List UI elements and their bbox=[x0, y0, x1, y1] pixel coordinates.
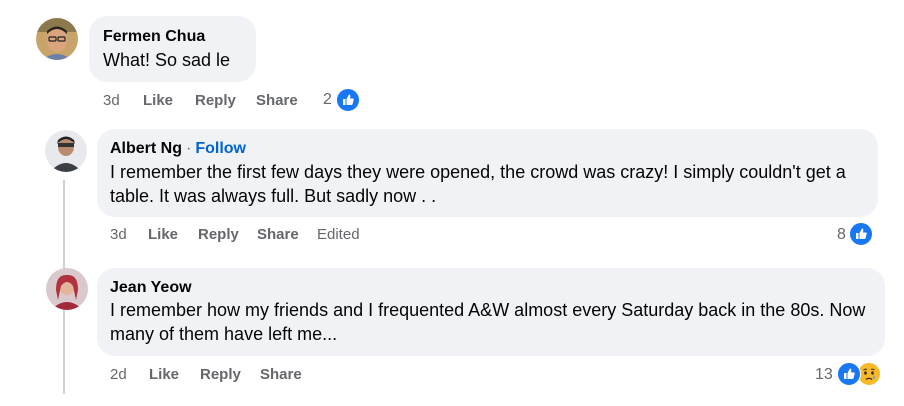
avatar-jean-yeow-icon bbox=[46, 268, 88, 310]
avatar[interactable] bbox=[36, 18, 78, 60]
reply-button[interactable]: Reply bbox=[198, 226, 239, 243]
comment-text: I remember the first few days they were … bbox=[110, 162, 846, 206]
edited-label: Edited bbox=[317, 226, 360, 243]
avatar-albert-ng-icon bbox=[45, 130, 87, 172]
comment-actions: 3d Like Reply Share bbox=[103, 92, 303, 112]
share-button[interactable]: Share bbox=[256, 92, 298, 109]
reply-button[interactable]: Reply bbox=[200, 366, 241, 383]
comment-actions: 3d Like Reply Share Edited bbox=[110, 226, 410, 246]
comment-timestamp[interactable]: 3d bbox=[103, 92, 120, 109]
reaction-count[interactable]: 2 bbox=[323, 91, 332, 109]
reaction-count[interactable]: 13 bbox=[815, 366, 833, 384]
comment-text: I remember how my friends and I frequent… bbox=[110, 300, 866, 344]
like-button[interactable]: Like bbox=[148, 226, 178, 243]
comment-timestamp[interactable]: 2d bbox=[110, 366, 127, 383]
comment-text: What! So sad le bbox=[103, 50, 231, 70]
comment-actions: 2d Like Reply Share bbox=[110, 366, 360, 386]
comment-timestamp[interactable]: 3d bbox=[110, 226, 127, 243]
like-icon[interactable] bbox=[849, 222, 873, 246]
share-button[interactable]: Share bbox=[257, 226, 299, 243]
avatar[interactable] bbox=[45, 130, 87, 172]
reaction-count[interactable]: 8 bbox=[837, 226, 846, 244]
comment-author[interactable]: Albert Ng bbox=[110, 140, 182, 157]
separator-dot: · bbox=[186, 140, 192, 157]
share-button[interactable]: Share bbox=[260, 366, 302, 383]
avatar-fermen-chua-icon bbox=[36, 18, 78, 60]
like-button[interactable]: Like bbox=[149, 366, 179, 383]
like-button[interactable]: Like bbox=[143, 92, 173, 109]
like-icon[interactable] bbox=[336, 88, 360, 112]
reply-button[interactable]: Reply bbox=[195, 92, 236, 109]
comment-author-row: Albert Ng · Follow bbox=[110, 140, 246, 158]
comment-author[interactable]: Fermen Chua bbox=[103, 28, 205, 46]
avatar[interactable] bbox=[46, 268, 88, 310]
follow-button[interactable]: Follow bbox=[195, 140, 246, 157]
like-icon[interactable] bbox=[837, 362, 861, 386]
comment-author[interactable]: Jean Yeow bbox=[110, 279, 192, 297]
